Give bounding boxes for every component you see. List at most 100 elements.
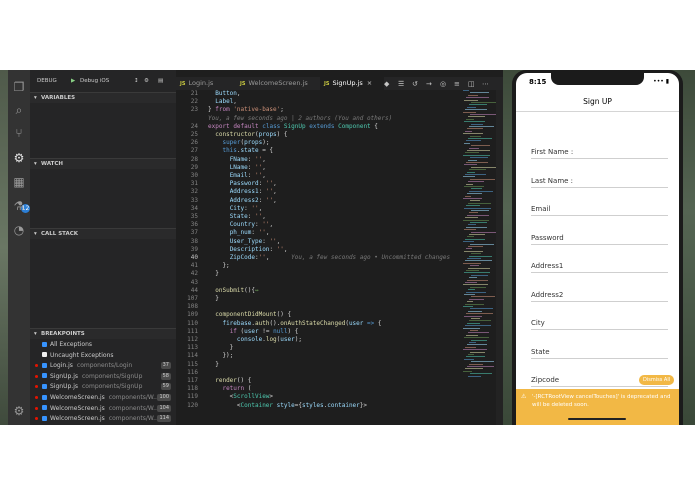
status-time: 8:15 <box>529 78 547 86</box>
open-changes-icon[interactable]: ☰ <box>398 80 404 88</box>
previous-change-icon[interactable]: ↺ <box>412 80 418 88</box>
chevron-down-icon[interactable]: ↕ <box>134 78 139 84</box>
code-area[interactable]: 21 22 23 24 25 26 27 28 29 30 31 32 33 34 35 36 37 38 39 40… <box>176 90 503 425</box>
minimap-line <box>467 301 473 303</box>
tab-welcome-screen[interactable]: JS WelcomeScreen.js <box>240 77 320 90</box>
breakpoint-checkbox[interactable] <box>42 415 47 421</box>
breakpoint-file: WelcomeScreen.js <box>50 404 105 412</box>
testing-flask-icon[interactable]: ⚗ <box>12 199 26 213</box>
minimap-line <box>469 363 483 365</box>
code-line: }; <box>208 262 230 270</box>
minimap-line <box>470 265 479 267</box>
breakpoint-item[interactable]: WelcomeScreen.js components/W... 104 <box>30 404 176 413</box>
breakpoint-checkbox[interactable] <box>42 405 47 411</box>
minimap-line <box>467 366 494 367</box>
line-number: 112 <box>187 336 198 343</box>
code-line: User_Type: '', <box>229 237 281 245</box>
signup-field[interactable]: Email <box>531 205 668 216</box>
signup-field[interactable]: State <box>531 348 668 359</box>
breakpoint-line-badge: 58 <box>160 372 171 380</box>
remote-icon[interactable]: ◔ <box>12 223 26 237</box>
minimap-line <box>471 274 488 276</box>
breakpoint-line-badge: 59 <box>160 383 171 391</box>
section-watch[interactable]: ▾ WATCH <box>30 158 176 169</box>
signup-field[interactable]: Password <box>531 234 668 245</box>
line-number: 114 <box>187 352 198 360</box>
signup-field[interactable]: First Name : <box>531 148 668 159</box>
editor-scrollbar[interactable] <box>496 90 503 425</box>
breakpoint-item[interactable]: WelcomeScreen.js components/W... 114 <box>30 414 176 423</box>
minimap-line <box>464 229 476 231</box>
signup-field[interactable]: Address1 <box>531 262 668 273</box>
tab-signup[interactable]: JS SignUp.js × <box>320 77 384 90</box>
start-debugging-icon[interactable]: ▶ <box>71 78 75 84</box>
section-call-stack[interactable]: ▾ CALL STACK <box>30 228 176 239</box>
line-number: 27 <box>190 147 198 155</box>
code-editor[interactable]: JS Login.js JS WelcomeScreen.js JS SignUp.j… <box>176 70 503 425</box>
split-editor-icon[interactable]: ◫ <box>468 80 475 88</box>
source-control-icon[interactable]: ⑂ <box>12 126 26 140</box>
search-icon[interactable]: ⌕ <box>12 103 26 117</box>
line-number: 32 <box>190 188 198 196</box>
minimap-line <box>463 90 469 91</box>
minimap-line <box>469 126 494 127</box>
breakpoint-dot-icon <box>35 406 38 410</box>
explorer-icon[interactable]: ❐ <box>12 80 26 94</box>
code-line-folded[interactable]: onSubmit(){↔ <box>208 287 258 294</box>
signup-field[interactable]: City <box>531 319 668 330</box>
minimap[interactable] <box>460 90 498 390</box>
breakpoint-checkbox[interactable] <box>42 362 47 368</box>
settings-gear-icon[interactable]: ⚙ <box>144 78 149 84</box>
breakpoint-file: Login.js <box>50 362 73 370</box>
minimap-line <box>464 250 483 252</box>
breakpoint-checkbox[interactable] <box>42 394 47 400</box>
minimap-line <box>464 121 485 123</box>
breakpoint-item[interactable]: Login.js components/Login 37 <box>30 361 176 370</box>
git-compare-icon[interactable]: ◆ <box>384 80 389 88</box>
more-actions-icon[interactable]: ⋯ <box>482 80 489 88</box>
line-number: 120 <box>187 401 198 409</box>
breakpoint-checkbox[interactable] <box>42 352 47 358</box>
section-variables[interactable]: ▾ VARIABLES <box>30 92 176 103</box>
line-number: 31 <box>190 180 198 188</box>
minimap-line <box>468 375 481 377</box>
breakpoint-item[interactable]: All Exceptions <box>30 340 176 349</box>
tab-login[interactable]: JS Login.js <box>180 77 240 90</box>
minimap-line <box>466 356 485 358</box>
breakpoint-checkbox[interactable] <box>42 341 47 347</box>
minimap-line <box>468 310 482 312</box>
breakpoint-item[interactable]: SignUp.js components/SignUp 59 <box>30 382 176 391</box>
toggle-blame-icon[interactable]: ◎ <box>440 80 446 88</box>
line-number: 39 <box>190 245 198 253</box>
signup-field[interactable]: Last Name : <box>531 177 668 188</box>
debug-icon[interactable]: ⚙ <box>12 151 26 165</box>
extensions-icon[interactable]: ▦ <box>12 175 26 189</box>
minimap-line <box>469 147 479 149</box>
breakpoint-checkbox[interactable] <box>42 383 47 389</box>
line-number: 35 <box>190 213 198 220</box>
breakpoint-item[interactable]: Uncaught Exceptions <box>30 351 176 360</box>
line-number: 42 <box>190 270 198 278</box>
line-number: 36 <box>190 221 198 229</box>
breakpoint-path: components/SignUp <box>82 383 143 391</box>
breakpoint-item[interactable]: WelcomeScreen.js components/W... 100 <box>30 393 176 402</box>
minimap-line <box>471 210 489 211</box>
minimap-line <box>466 97 489 99</box>
go-to-file-icon[interactable]: ≡ <box>454 80 460 88</box>
signup-field[interactable]: Address2 <box>531 291 668 302</box>
breakpoint-item[interactable]: SignUp.js components/SignUp 58 <box>30 372 176 381</box>
debug-config-select[interactable]: Debug iOS <box>80 78 109 84</box>
minimap-line <box>466 183 473 185</box>
phone-screen[interactable]: 8:15 ••• ▮ Sign UP First Name : Last Name… <box>516 73 679 425</box>
debug-console-icon[interactable]: ▤ <box>158 78 163 84</box>
minimap-line <box>469 104 487 106</box>
minimap-line <box>470 222 487 223</box>
next-change-icon[interactable]: → <box>426 80 432 88</box>
close-tab-icon[interactable]: × <box>367 79 372 87</box>
breakpoint-checkbox[interactable] <box>42 373 47 379</box>
dismiss-all-button[interactable]: Dismiss All <box>639 375 675 385</box>
manage-gear-icon[interactable]: ⚙ <box>12 404 26 418</box>
section-breakpoints[interactable]: ▾ BREAKPOINTS <box>30 328 176 339</box>
code-line: } <box>208 344 234 352</box>
nav-divider <box>516 111 679 112</box>
